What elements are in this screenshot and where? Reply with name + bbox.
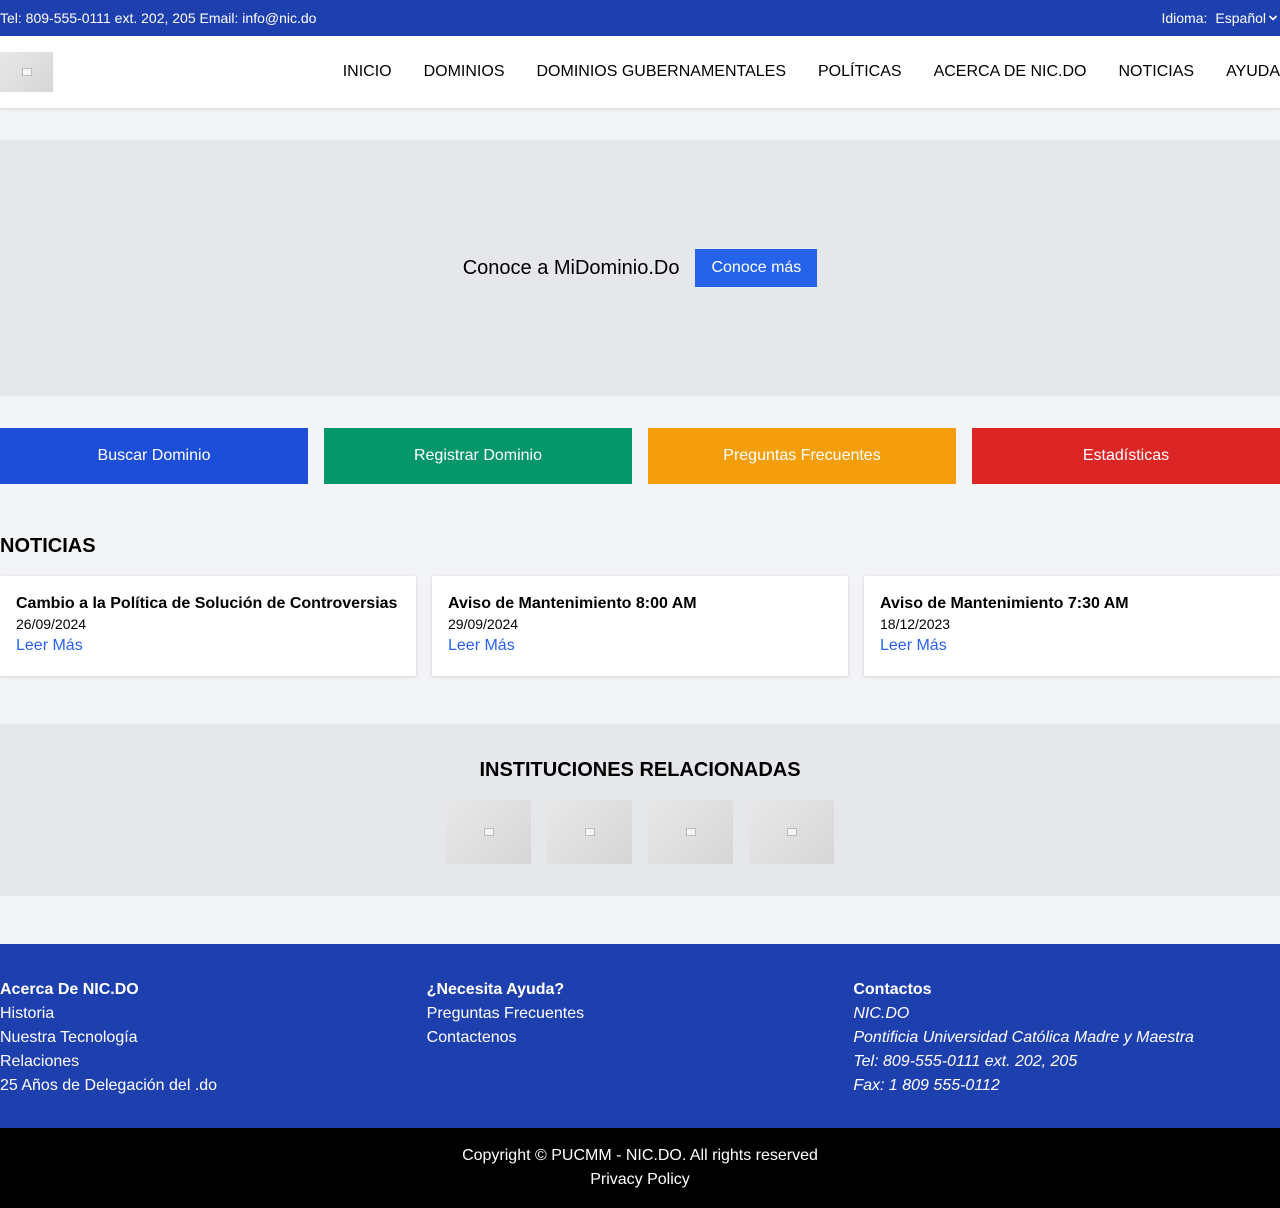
main-navbar: INICIO DOMINIOS DOMINIOS GUBERNAMENTALES… [0,36,1280,108]
footer-link-faq[interactable]: Preguntas Frecuentes [427,1002,854,1026]
contact-university: Pontificia Universidad Católica Madre y … [853,1029,1194,1046]
privacy-policy-link[interactable]: Privacy Policy [0,1168,1280,1192]
language-selector: Idioma: Español [1161,10,1280,26]
statistics-button[interactable]: Estadísticas [972,428,1280,484]
nav-item-ayuda[interactable]: AYUDA [1226,63,1280,81]
nav-item-dominios[interactable]: DOMINIOS [424,63,505,81]
news-date: 26/09/2024 [16,616,87,632]
image-placeholder-icon [483,828,494,836]
main-nav: INICIO DOMINIOS DOMINIOS GUBERNAMENTALES… [343,63,1280,81]
search-domain-button[interactable]: Buscar Dominio [0,428,308,484]
faq-button[interactable]: Preguntas Frecuentes [648,428,956,484]
image-placeholder-icon [584,828,595,836]
site-logo[interactable] [0,52,53,92]
footer-link-delegacion[interactable]: 25 Años de Delegación del .do [0,1074,427,1098]
copyright-text: Copyright © PUCMM - NIC.DO. All rights r… [462,1147,818,1164]
nav-item-dominios-gubernamentales[interactable]: DOMINIOS GUBERNAMENTALES [536,63,786,81]
footer-heading: Acerca De NIC.DO [0,981,139,998]
footer-col-help: ¿Necesita Ayuda? Preguntas Frecuentes Co… [427,978,854,1128]
nav-item-acerca[interactable]: ACERCA DE NIC.DO [934,63,1087,81]
news-heading: NOTICIAS [0,535,96,557]
news-title: Cambio a la Política de Solución de Cont… [16,595,398,612]
footer-link-relaciones[interactable]: Relaciones [0,1050,427,1074]
footer-link-tecnologia[interactable]: Nuestra Tecnología [0,1026,427,1050]
contact-info: Tel: 809-555-0111 ext. 202, 205 Email: i… [0,10,317,26]
news-card: Cambio a la Política de Solución de Cont… [0,576,416,676]
hero-banner: Conoce a MiDominio.Do Conoce más [0,140,1280,396]
image-placeholder-icon [685,828,696,836]
image-placeholder-icon [786,828,797,836]
register-domain-button[interactable]: Registrar Dominio [324,428,632,484]
read-more-link[interactable]: Leer Más [448,634,832,658]
institution-logo[interactable] [446,800,531,864]
institution-logos [0,800,1280,864]
footer-heading: ¿Necesita Ayuda? [426,981,565,998]
nav-item-inicio[interactable]: INICIO [343,63,392,81]
news-list: Cambio a la Política de Solución de Cont… [0,576,1280,676]
language-label: Idioma: [1161,10,1208,26]
footer-heading: Contactos [853,981,932,998]
news-title: Aviso de Mantenimiento 7:30 AM [880,595,1129,612]
nav-item-politicas[interactable]: POLÍTICAS [818,63,902,81]
read-more-link[interactable]: Leer Más [16,634,400,658]
related-institutions: INSTITUCIONES RELACIONADAS [0,724,1280,896]
image-placeholder-icon [21,68,32,76]
news-title: Aviso de Mantenimiento 8:00 AM [448,595,697,612]
read-more-link[interactable]: Leer Más [880,634,1264,658]
learn-more-button[interactable]: Conoce más [695,249,818,287]
institutions-heading: INSTITUCIONES RELACIONADAS [479,759,801,781]
institution-logo[interactable] [749,800,834,864]
institution-logo[interactable] [648,800,733,864]
institution-logo[interactable] [547,800,632,864]
nav-item-noticias[interactable]: NOTICIAS [1119,63,1195,81]
quick-actions: Buscar Dominio Registrar Dominio Pregunt… [0,428,1280,484]
footer-col-about: Acerca De NIC.DO Historia Nuestra Tecnol… [0,978,427,1128]
chevron-down-icon [1268,15,1278,21]
contact-org: NIC.DO [853,1005,910,1022]
news-date: 18/12/2023 [880,616,951,632]
news-card: Aviso de Mantenimiento 8:00 AM 29/09/202… [432,576,848,676]
contact-fax: Fax: 1 809 555-0112 [853,1077,1000,1094]
contact-phone: Tel: 809-555-0111 ext. 202, 205 [853,1053,1078,1070]
language-dropdown[interactable]: Español [1215,10,1278,26]
footer-col-contacts: Contactos NIC.DO Pontificia Universidad … [853,978,1280,1128]
top-contact-bar: Tel: 809-555-0111 ext. 202, 205 Email: i… [0,0,1280,36]
news-date: 29/09/2024 [448,616,519,632]
language-value: Español [1215,10,1266,26]
footer-link-historia[interactable]: Historia [0,1002,427,1026]
hero-text: Conoce a MiDominio.Do [462,256,680,279]
copyright-bar: Copyright © PUCMM - NIC.DO. All rights r… [0,1128,1280,1208]
news-card: Aviso de Mantenimiento 7:30 AM 18/12/202… [864,576,1280,676]
footer-link-contact[interactable]: Contactenos [427,1026,854,1050]
site-footer: Acerca De NIC.DO Historia Nuestra Tecnol… [0,944,1280,1128]
